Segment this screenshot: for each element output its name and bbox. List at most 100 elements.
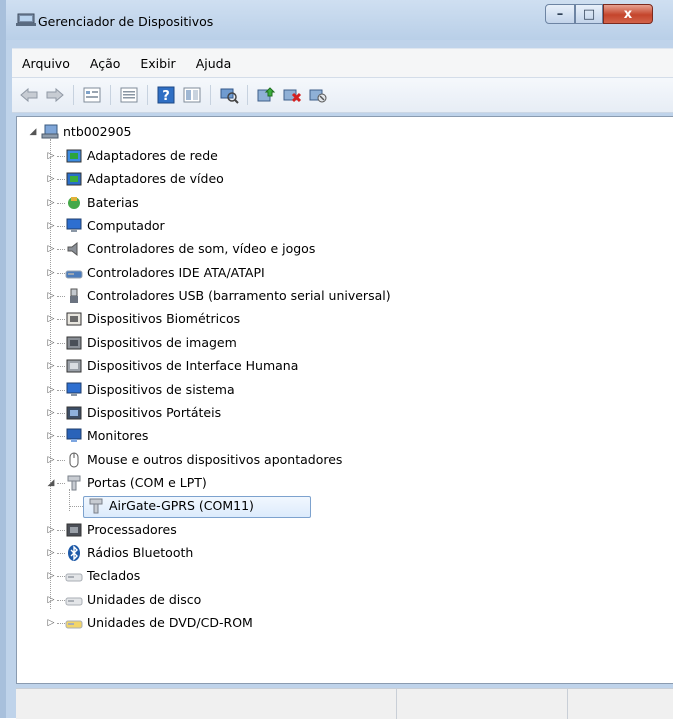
tree-connector xyxy=(57,342,65,344)
maximize-icon: □ xyxy=(582,6,596,22)
maximize-button[interactable]: □ xyxy=(575,4,603,24)
tree-connector xyxy=(57,623,65,624)
monitor-icon xyxy=(66,428,82,443)
close-button[interactable]: x xyxy=(603,4,653,24)
tree-connector xyxy=(57,529,65,531)
tree-category-label: Controladores de som, vídeo e jogos xyxy=(87,241,316,257)
system-device-icon xyxy=(66,382,82,396)
tree-category-label: Dispositivos de imagem xyxy=(87,334,237,350)
expand-arrow-icon[interactable]: ▷ xyxy=(45,542,57,564)
toolbar-separator xyxy=(247,85,248,105)
view-icon[interactable] xyxy=(181,84,203,106)
disk-drive-icon xyxy=(65,597,83,606)
tree-connector xyxy=(69,506,83,508)
expand-arrow-icon[interactable]: ▷ xyxy=(45,589,57,611)
tree-category-label: Dispositivos Portáteis xyxy=(87,404,222,420)
expand-arrow-icon[interactable]: ▷ xyxy=(45,145,57,167)
tree-connector xyxy=(57,202,65,204)
expand-arrow-icon[interactable]: ▷ xyxy=(45,425,57,447)
dvd-drive-icon xyxy=(65,620,83,629)
back-arrow-icon[interactable] xyxy=(18,84,40,106)
expand-arrow-icon[interactable]: ▷ xyxy=(45,262,57,284)
menu-acao[interactable]: Ação xyxy=(80,56,131,71)
tree-category-label: Portas (COM e LPT) xyxy=(87,474,207,490)
tree-connector xyxy=(57,179,65,181)
expand-arrow-icon[interactable]: ▷ xyxy=(45,565,57,587)
tree-category-label: Unidades de DVD/CD-ROM xyxy=(87,615,253,630)
tree-connector xyxy=(57,459,65,461)
device-tree[interactable]: ◢ ntb002905 ▷ Adaptadores de rede ▷ Adaptad… xyxy=(16,116,673,684)
tree-category-label: Dispositivos Biométricos xyxy=(87,311,241,327)
expand-arrow-icon[interactable]: ▷ xyxy=(45,612,57,634)
battery-icon xyxy=(68,196,80,209)
tree-connector xyxy=(57,436,65,438)
list-icon[interactable] xyxy=(118,84,140,106)
tree-root-label: ntb002905 xyxy=(63,124,132,139)
expand-arrow-icon[interactable]: ▷ xyxy=(45,379,57,401)
tree-category-label: Adaptadores de rede xyxy=(87,148,218,163)
tree-connector xyxy=(57,319,65,321)
usb-icon xyxy=(70,288,78,304)
expand-arrow-icon[interactable]: ▷ xyxy=(45,192,57,214)
expand-arrow-icon[interactable]: ▷ xyxy=(45,402,57,424)
tree-category-label: Computador xyxy=(87,218,165,234)
tree-category-label: Unidades de disco xyxy=(87,591,202,607)
collapse-arrow-icon[interactable]: ◢ xyxy=(27,121,39,143)
close-icon: x xyxy=(623,6,633,22)
uninstall-icon[interactable] xyxy=(281,84,303,106)
expand-arrow-icon[interactable]: ▷ xyxy=(45,238,57,260)
tree-category-label: Dispositivos de Interface Humana xyxy=(87,358,299,374)
collapse-arrow-icon[interactable]: ◢ xyxy=(45,472,57,494)
toolbar-separator xyxy=(210,85,211,105)
port-icon xyxy=(89,498,103,514)
computer-root-icon xyxy=(41,124,59,139)
tree-category-label: Controladores USB (barramento serial uni… xyxy=(87,288,391,304)
tree-category-label: Dispositivos de sistema xyxy=(87,381,235,397)
toolbar: ? xyxy=(12,77,673,113)
computer-icon xyxy=(66,218,82,233)
tree-category-label: Monitores xyxy=(87,428,149,444)
tree-category-label: Processadores xyxy=(87,521,177,537)
tree-category-label: Mouse e outros dispositivos apontadores xyxy=(87,451,343,467)
network-adapter-icon xyxy=(66,149,82,163)
expand-arrow-icon[interactable]: ▷ xyxy=(45,168,57,190)
tree-connector xyxy=(69,489,70,511)
disable-icon[interactable] xyxy=(307,84,329,106)
status-cell xyxy=(16,689,397,719)
menu-ajuda[interactable]: Ajuda xyxy=(186,56,242,71)
processor-icon xyxy=(66,523,82,537)
tree-connector xyxy=(57,296,65,298)
tree-connector xyxy=(57,389,65,391)
title-bar[interactable]: Gerenciador de Dispositivos – □ x xyxy=(6,0,673,40)
minimize-icon: – xyxy=(556,6,564,22)
expand-arrow-icon[interactable]: ▷ xyxy=(45,519,57,541)
expand-arrow-icon[interactable]: ▷ xyxy=(45,332,57,354)
menu-arquivo[interactable]: Arquivo xyxy=(12,56,80,71)
toolbar-separator xyxy=(110,85,111,105)
window-title: Gerenciador de Dispositivos xyxy=(38,14,214,29)
tree-category-label: Rádios Bluetooth xyxy=(87,544,194,560)
tree-connector xyxy=(57,552,65,554)
scan-hardware-icon[interactable] xyxy=(218,84,240,106)
status-bar xyxy=(16,688,673,719)
display-adapter-icon xyxy=(66,172,82,186)
device-manager-icon xyxy=(16,13,36,26)
expand-arrow-icon[interactable]: ▷ xyxy=(45,308,57,330)
expand-arrow-icon[interactable]: ▷ xyxy=(45,215,57,237)
menu-exibir[interactable]: Exibir xyxy=(130,56,185,71)
update-driver-icon[interactable] xyxy=(255,84,277,106)
properties-icon[interactable] xyxy=(81,84,103,106)
tree-connector xyxy=(57,156,65,157)
tree-connector xyxy=(57,482,65,484)
tree-connector xyxy=(57,599,65,601)
tree-category-label: Adaptadores de vídeo xyxy=(87,171,224,187)
menu-bar: Arquivo Ação Exibir Ajuda xyxy=(12,48,673,77)
help-icon[interactable]: ? xyxy=(155,84,177,106)
expand-arrow-icon[interactable]: ▷ xyxy=(45,449,57,471)
toolbar-separator xyxy=(73,85,74,105)
mouse-icon xyxy=(69,452,79,468)
expand-arrow-icon[interactable]: ▷ xyxy=(45,285,57,307)
expand-arrow-icon[interactable]: ▷ xyxy=(45,355,57,377)
minimize-button[interactable]: – xyxy=(545,4,575,24)
forward-arrow-icon[interactable] xyxy=(44,84,66,106)
